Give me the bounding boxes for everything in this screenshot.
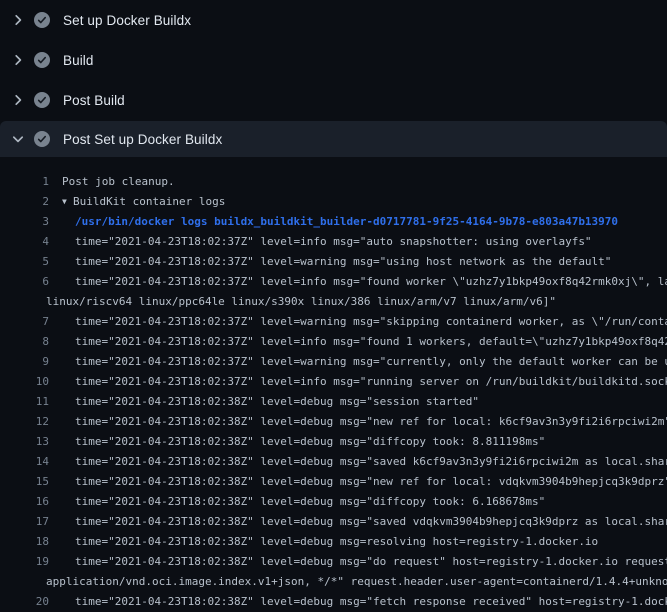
chevron-down-icon — [10, 131, 26, 147]
check-circle-icon — [34, 12, 50, 28]
log-text: application/vnd.oci.image.index.v1+json,… — [46, 572, 667, 592]
log-text: time="2021-04-23T18:02:37Z" level=info m… — [75, 272, 667, 292]
log-text: ▼BuildKit container logs — [62, 192, 225, 212]
line-number[interactable]: 18 — [22, 532, 49, 552]
log-line: 17 time="2021-04-23T18:02:38Z" level=debu… — [0, 512, 667, 532]
log-text: time="2021-04-23T18:02:38Z" level=debug … — [75, 432, 545, 452]
log-line: 14 time="2021-04-23T18:02:38Z" level=debu… — [0, 452, 667, 472]
line-number[interactable]: 12 — [22, 412, 49, 432]
log-line: 19 time="2021-04-23T18:02:38Z" level=debu… — [0, 552, 667, 572]
line-number[interactable]: 7 — [22, 312, 49, 332]
log-text: time="2021-04-23T18:02:37Z" level=warnin… — [75, 352, 667, 372]
check-circle-icon — [34, 52, 50, 68]
log-text: time="2021-04-23T18:02:38Z" level=debug … — [75, 592, 667, 612]
log-line: 10 time="2021-04-23T18:02:37Z" level=info… — [0, 372, 667, 392]
check-circle-icon — [34, 92, 50, 108]
line-number[interactable]: 13 — [22, 432, 49, 452]
log-text: time="2021-04-23T18:02:37Z" level=info m… — [75, 232, 592, 252]
step-header-setup-docker-buildx[interactable]: Set up Docker Buildx — [0, 0, 667, 40]
log-area: 1 Post job cleanup. 2 ▼BuildKit container l… — [0, 157, 667, 612]
step-title: Post Build — [63, 93, 125, 108]
line-number[interactable]: 14 — [22, 452, 49, 472]
log-line: 3/usr/bin/docker logs buildx_buildkit_bu… — [0, 212, 667, 232]
line-number[interactable]: 16 — [22, 492, 49, 512]
log-text: time="2021-04-23T18:02:38Z" level=debug … — [75, 472, 667, 492]
log-group-label[interactable]: BuildKit container logs — [73, 195, 225, 208]
log-line: 11 time="2021-04-23T18:02:38Z" level=debu… — [0, 392, 667, 412]
log-text: Post job cleanup. — [62, 172, 175, 192]
step-header-build[interactable]: Build — [0, 40, 667, 80]
log-line: 12 time="2021-04-23T18:02:38Z" level=debu… — [0, 412, 667, 432]
step-title: Build — [63, 53, 94, 68]
log-line: 1 Post job cleanup. — [0, 172, 667, 192]
log-text: time="2021-04-23T18:02:37Z" level=warnin… — [75, 312, 667, 332]
log-line: 4 time="2021-04-23T18:02:37Z" level=info … — [0, 232, 667, 252]
log-line: 13 time="2021-04-23T18:02:38Z" level=debu… — [0, 432, 667, 452]
line-number[interactable]: 15 — [22, 472, 49, 492]
line-number[interactable]: 1 — [22, 172, 49, 192]
chevron-right-icon — [10, 92, 26, 108]
log-text: time="2021-04-23T18:02:38Z" level=debug … — [75, 452, 667, 472]
line-number[interactable]: 11 — [22, 392, 49, 412]
log-command-text: /usr/bin/docker logs buildx_buildkit_bui… — [75, 212, 618, 232]
step-title: Post Set up Docker Buildx — [63, 132, 222, 147]
line-number[interactable]: 10 — [22, 372, 49, 392]
log-text: time="2021-04-23T18:02:38Z" level=debug … — [75, 492, 545, 512]
line-number[interactable]: 20 — [22, 592, 49, 612]
log-line: 9 time="2021-04-23T18:02:37Z" level=warni… — [0, 352, 667, 372]
line-number[interactable]: 19 — [22, 552, 49, 572]
chevron-right-icon — [10, 12, 26, 28]
log-line: 8 time="2021-04-23T18:02:37Z" level=info … — [0, 332, 667, 352]
step-header-post-build[interactable]: Post Build — [0, 80, 667, 120]
log-text: linux/riscv64 linux/ppc64le linux/s390x … — [46, 292, 556, 312]
log-line: 6 time="2021-04-23T18:02:37Z" level=info … — [0, 272, 667, 292]
log-text: time="2021-04-23T18:02:37Z" level=info m… — [75, 372, 667, 392]
log-line: application/vnd.oci.image.index.v1+json,… — [0, 572, 667, 592]
line-number[interactable]: 17 — [22, 512, 49, 532]
log-line: 7 time="2021-04-23T18:02:37Z" level=warni… — [0, 312, 667, 332]
steps-panel: Set up Docker Buildx Build Post Build Po… — [0, 0, 667, 612]
step-header-post-setup-docker-buildx[interactable]: Post Set up Docker Buildx — [0, 121, 667, 157]
log-text: time="2021-04-23T18:02:37Z" level=warnin… — [75, 252, 611, 272]
step-title: Set up Docker Buildx — [63, 13, 191, 28]
log-text: time="2021-04-23T18:02:38Z" level=debug … — [75, 552, 667, 572]
check-circle-icon — [34, 131, 50, 147]
log-line: 15 time="2021-04-23T18:02:38Z" level=debu… — [0, 472, 667, 492]
chevron-right-icon — [10, 52, 26, 68]
log-line: linux/riscv64 linux/ppc64le linux/s390x … — [0, 292, 667, 312]
log-line: 20 time="2021-04-23T18:02:38Z" level=debu… — [0, 592, 667, 612]
line-number[interactable]: 5 — [22, 252, 49, 272]
line-number[interactable]: 4 — [22, 232, 49, 252]
group-collapse-icon[interactable]: ▼ — [62, 192, 73, 212]
log-text: time="2021-04-23T18:02:38Z" level=debug … — [75, 532, 598, 552]
log-line: 18 time="2021-04-23T18:02:38Z" level=debu… — [0, 532, 667, 552]
log-text: time="2021-04-23T18:02:38Z" level=debug … — [75, 512, 667, 532]
line-number[interactable]: 9 — [22, 352, 49, 372]
line-number[interactable]: 2 — [22, 192, 49, 212]
line-number[interactable]: 8 — [22, 332, 49, 352]
log-text: time="2021-04-23T18:02:38Z" level=debug … — [75, 412, 667, 432]
log-line: 2 ▼BuildKit container logs — [0, 192, 667, 212]
log-text: time="2021-04-23T18:02:37Z" level=info m… — [75, 332, 667, 352]
log-text: time="2021-04-23T18:02:38Z" level=debug … — [75, 392, 479, 412]
line-number[interactable]: 3 — [22, 212, 49, 232]
line-number[interactable]: 6 — [22, 272, 49, 292]
log-line: 5 time="2021-04-23T18:02:37Z" level=warni… — [0, 252, 667, 272]
log-line: 16 time="2021-04-23T18:02:38Z" level=debu… — [0, 492, 667, 512]
